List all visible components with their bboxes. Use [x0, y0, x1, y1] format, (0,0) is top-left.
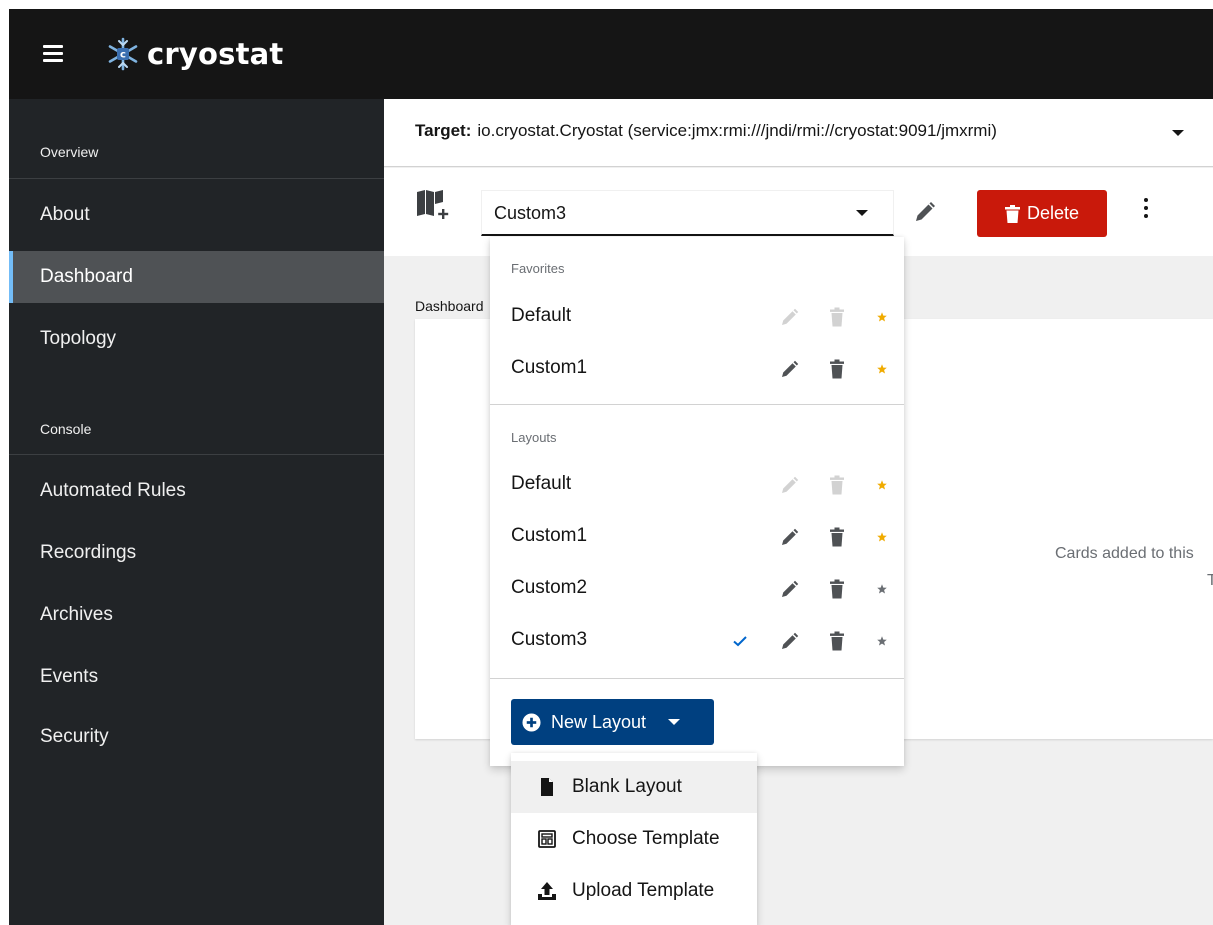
nav-section-console: Console [40, 421, 92, 437]
trash-icon[interactable] [828, 359, 846, 379]
upload-template-label: Upload Template [572, 880, 715, 901]
trash-icon[interactable] [828, 527, 846, 547]
sidebar-item-archives[interactable]: Archives [9, 589, 384, 641]
caret-down-icon[interactable] [1172, 130, 1184, 136]
pencil-icon[interactable] [780, 359, 800, 379]
blank-layout-label: Blank Layout [572, 776, 682, 797]
nav-divider [9, 454, 384, 455]
upload-template-item[interactable]: Upload Template [511, 865, 757, 917]
layouts-group-title: Layouts [511, 430, 557, 445]
pencil-icon [782, 308, 799, 325]
kebab-icon[interactable] [1141, 198, 1151, 228]
sidebar-item-security[interactable]: Security [9, 711, 384, 763]
trash-icon [830, 475, 844, 495]
sidebar-item-label: Archives [40, 604, 113, 625]
sidebar-item-label: Recordings [40, 542, 137, 563]
sidebar-item-label: Automated Rules [40, 480, 186, 501]
trash-icon [1004, 204, 1020, 223]
trash-icon [830, 307, 844, 327]
template-icon [538, 830, 556, 848]
delete-button[interactable]: Delete [977, 190, 1107, 237]
masthead: c cryostat [9, 9, 1213, 99]
target-text: Target: io.cryostat.Cryostat (service:jmx… [415, 121, 997, 141]
layout-menu: Favorites Default Custom1 Layouts Default… [490, 237, 904, 766]
hamburger-icon[interactable] [43, 45, 63, 62]
delete-label: Delete [1026, 203, 1080, 223]
sidebar: Overview About Dashboard Topology Consol… [9, 99, 384, 925]
svg-text:c: c [120, 50, 126, 61]
star-icon[interactable] [874, 309, 890, 325]
check-icon [733, 636, 747, 647]
new-layout-button[interactable]: New Layout [511, 699, 714, 745]
sidebar-item-about[interactable]: About [9, 189, 384, 241]
layout-menu-item[interactable]: Custom1 [490, 343, 904, 395]
layout-menu-item[interactable]: Default [490, 291, 904, 343]
plus-circle-icon [522, 712, 541, 732]
choose-template-item[interactable]: Choose Template [511, 813, 757, 865]
pencil-icon[interactable] [780, 631, 800, 651]
nav-divider [9, 178, 384, 179]
blank-layout-item[interactable]: Blank Layout [511, 761, 757, 813]
app-frame: c cryostat Overview About Dashboard Topo… [9, 9, 1213, 925]
trash-icon[interactable] [828, 631, 846, 651]
caret-down-icon[interactable] [668, 719, 681, 725]
layout-menu-item-label: Default [511, 473, 572, 494]
target-selector[interactable]: Target: io.cryostat.Cryostat (service:jmx… [384, 99, 1213, 167]
new-layout-label: New Layout [551, 711, 647, 732]
layout-menu-item[interactable]: Custom3 [490, 615, 904, 667]
star-icon[interactable] [874, 633, 890, 649]
layout-select-value: Custom3 [494, 203, 567, 223]
pencil-icon [782, 476, 799, 493]
brand-logo[interactable]: c cryostat [105, 36, 283, 72]
brand-name: cryostat [147, 37, 284, 71]
sidebar-item-label: Events [40, 666, 99, 687]
caret-down-icon [856, 210, 868, 216]
layout-select[interactable]: Custom3 [481, 190, 894, 236]
layout-menu-item-label: Custom2 [511, 577, 588, 598]
file-icon [541, 778, 553, 796]
sidebar-item-recordings[interactable]: Recordings [9, 527, 384, 579]
menu-separator [490, 678, 904, 679]
choose-template-label: Choose Template [572, 828, 720, 849]
pencil-icon[interactable] [913, 200, 937, 224]
star-icon[interactable] [874, 529, 890, 545]
snowflake-logo: c [108, 37, 138, 71]
pencil-icon[interactable] [780, 579, 800, 599]
layout-add-icon[interactable] [415, 187, 449, 221]
sidebar-item-automated-rules[interactable]: Automated Rules [9, 465, 384, 517]
sidebar-item-events[interactable]: Events [9, 651, 384, 703]
upload-icon [538, 882, 556, 900]
sidebar-item-label: Topology [40, 328, 117, 349]
empty-state-text-2: T [1207, 572, 1213, 589]
star-icon[interactable] [874, 477, 890, 493]
layout-menu-item-label: Default [511, 305, 572, 326]
sidebar-item-label: Security [40, 726, 109, 747]
dashboard-crumb: Dashboard [415, 298, 484, 314]
target-label: Target: [415, 121, 472, 140]
layout-menu-item-label: Custom1 [511, 357, 588, 378]
sidebar-item-label: Dashboard [40, 266, 133, 287]
layout-menu-item[interactable]: Custom2 [490, 563, 904, 615]
nav-section-overview: Overview [40, 144, 99, 160]
layout-menu-item[interactable]: Custom1 [490, 511, 904, 563]
sidebar-item-topology[interactable]: Topology [9, 313, 384, 365]
layout-menu-item-label: Custom1 [511, 525, 588, 546]
pencil-icon[interactable] [780, 527, 800, 547]
star-icon[interactable] [874, 581, 890, 597]
sidebar-item-dashboard[interactable]: Dashboard [9, 251, 384, 303]
favorites-group-title: Favorites [511, 261, 565, 276]
star-icon[interactable] [874, 361, 890, 377]
target-value: io.cryostat.Cryostat (service:jmx:rmi://… [477, 121, 997, 140]
sidebar-item-label: About [40, 204, 90, 225]
layout-menu-item[interactable]: Default [490, 459, 904, 511]
empty-state-text: Cards added to this [1055, 545, 1194, 562]
trash-icon[interactable] [828, 579, 846, 599]
layout-menu-item-label: Custom3 [511, 629, 588, 650]
new-layout-menu: Blank Layout Choose Template Upload Temp… [511, 753, 757, 925]
menu-separator [490, 404, 904, 405]
